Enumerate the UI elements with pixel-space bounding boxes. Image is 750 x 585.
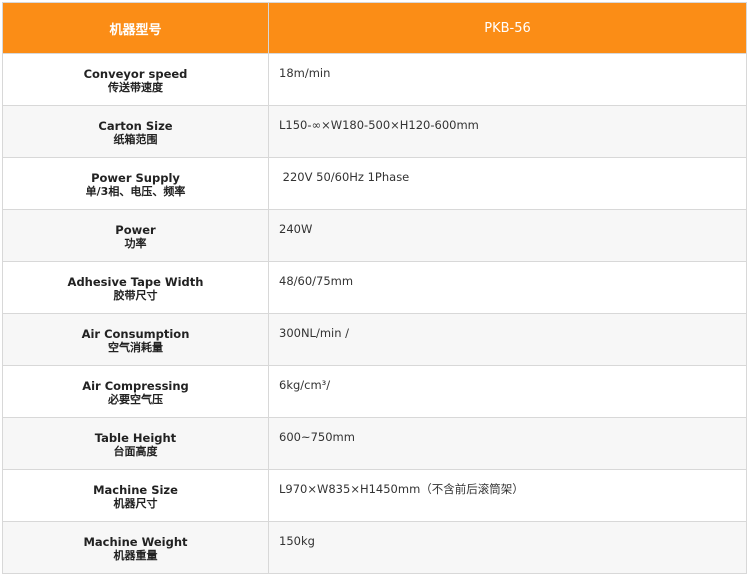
- row-value: 18m/min: [268, 53, 747, 106]
- spec-table: 机器型号 PKB-56 Conveyor speed 传送带速度 18m/min …: [2, 2, 747, 574]
- row-value: 300NL/min /: [268, 313, 747, 366]
- value-text: L970×W835×H1450mm（不含前后滚筒架）: [279, 482, 524, 496]
- row-value: L970×W835×H1450mm（不含前后滚筒架）: [268, 469, 747, 522]
- row-label: Air Consumption 空气消耗量: [2, 313, 269, 366]
- table-row: Table Height 台面高度 600~750mm: [2, 417, 747, 470]
- label-zh: 机器尺寸: [113, 497, 158, 510]
- header-label: 机器型号: [2, 2, 269, 54]
- row-label: Air Compressing 必要空气压: [2, 365, 269, 418]
- label-zh: 单/3相、电压、频率: [85, 185, 186, 198]
- value-text: 48/60/75mm: [279, 274, 354, 288]
- table-row: Power 功率 240W: [2, 209, 747, 262]
- value-text: 6kg/cm³/: [279, 378, 331, 392]
- row-value: 600~750mm: [268, 417, 747, 470]
- row-value: 6kg/cm³/: [268, 365, 747, 418]
- row-value: 48/60/75mm: [268, 261, 747, 314]
- row-label: Conveyor speed 传送带速度: [2, 53, 269, 106]
- row-label: Table Height 台面高度: [2, 417, 269, 470]
- label-en: Power Supply: [91, 171, 180, 185]
- label-zh: 功率: [124, 237, 147, 250]
- table-row: Carton Size 纸箱范围 L150-∞×W180-500×H120-600…: [2, 105, 747, 158]
- value-text: 240W: [279, 222, 313, 236]
- table-row: Machine Weight 机器重量 150kg: [2, 521, 747, 574]
- row-value: 150kg: [268, 521, 747, 574]
- label-zh: 机器重量: [113, 549, 158, 562]
- table-row: Machine Size 机器尺寸 L970×W835×H1450mm（不含前后滚…: [2, 469, 747, 522]
- label-en: Machine Weight: [83, 535, 188, 549]
- label-en: Table Height: [94, 431, 177, 445]
- label-en: Air Consumption: [81, 327, 190, 341]
- label-en: Carton Size: [98, 119, 173, 133]
- label-zh: 纸箱范围: [113, 133, 158, 146]
- value-text: 220V 50/60Hz 1Phase: [279, 170, 410, 184]
- value-text: 300NL/min /: [279, 326, 350, 340]
- row-value: L150-∞×W180-500×H120-600mm: [268, 105, 747, 158]
- row-value: 220V 50/60Hz 1Phase: [268, 157, 747, 210]
- label-en: Adhesive Tape Width: [67, 275, 204, 289]
- label-en: Conveyor speed: [83, 67, 188, 81]
- label-zh: 传送带速度: [108, 81, 163, 94]
- value-text: L150-∞×W180-500×H120-600mm: [279, 118, 479, 132]
- label-zh: 台面高度: [113, 445, 158, 458]
- row-label: Adhesive Tape Width 胶带尺寸: [2, 261, 269, 314]
- header-row: 机器型号 PKB-56: [2, 2, 747, 54]
- table-row: Conveyor speed 传送带速度 18m/min: [2, 53, 747, 106]
- label-zh: 必要空气压: [108, 393, 163, 406]
- table-row: Adhesive Tape Width 胶带尺寸 48/60/75mm: [2, 261, 747, 314]
- row-value: 240W: [268, 209, 747, 262]
- label-zh: 空气消耗量: [108, 341, 163, 354]
- row-label: Machine Size 机器尺寸: [2, 469, 269, 522]
- row-label: Power 功率: [2, 209, 269, 262]
- label-en: Machine Size: [93, 483, 178, 497]
- value-text: 18m/min: [279, 66, 331, 80]
- row-label: Power Supply 单/3相、电压、频率: [2, 157, 269, 210]
- row-label: Carton Size 纸箱范围: [2, 105, 269, 158]
- value-text: 600~750mm: [279, 430, 355, 444]
- row-label: Machine Weight 机器重量: [2, 521, 269, 574]
- value-text: 150kg: [279, 534, 315, 548]
- label-en: Power: [115, 223, 156, 237]
- table-row: Air Compressing 必要空气压 6kg/cm³/: [2, 365, 747, 418]
- label-en: Air Compressing: [82, 379, 189, 393]
- table-row: Air Consumption 空气消耗量 300NL/min /: [2, 313, 747, 366]
- label-zh: 胶带尺寸: [113, 289, 158, 302]
- table-row: Power Supply 单/3相、电压、频率 220V 50/60Hz 1Pha…: [2, 157, 747, 210]
- header-model: PKB-56: [268, 2, 747, 54]
